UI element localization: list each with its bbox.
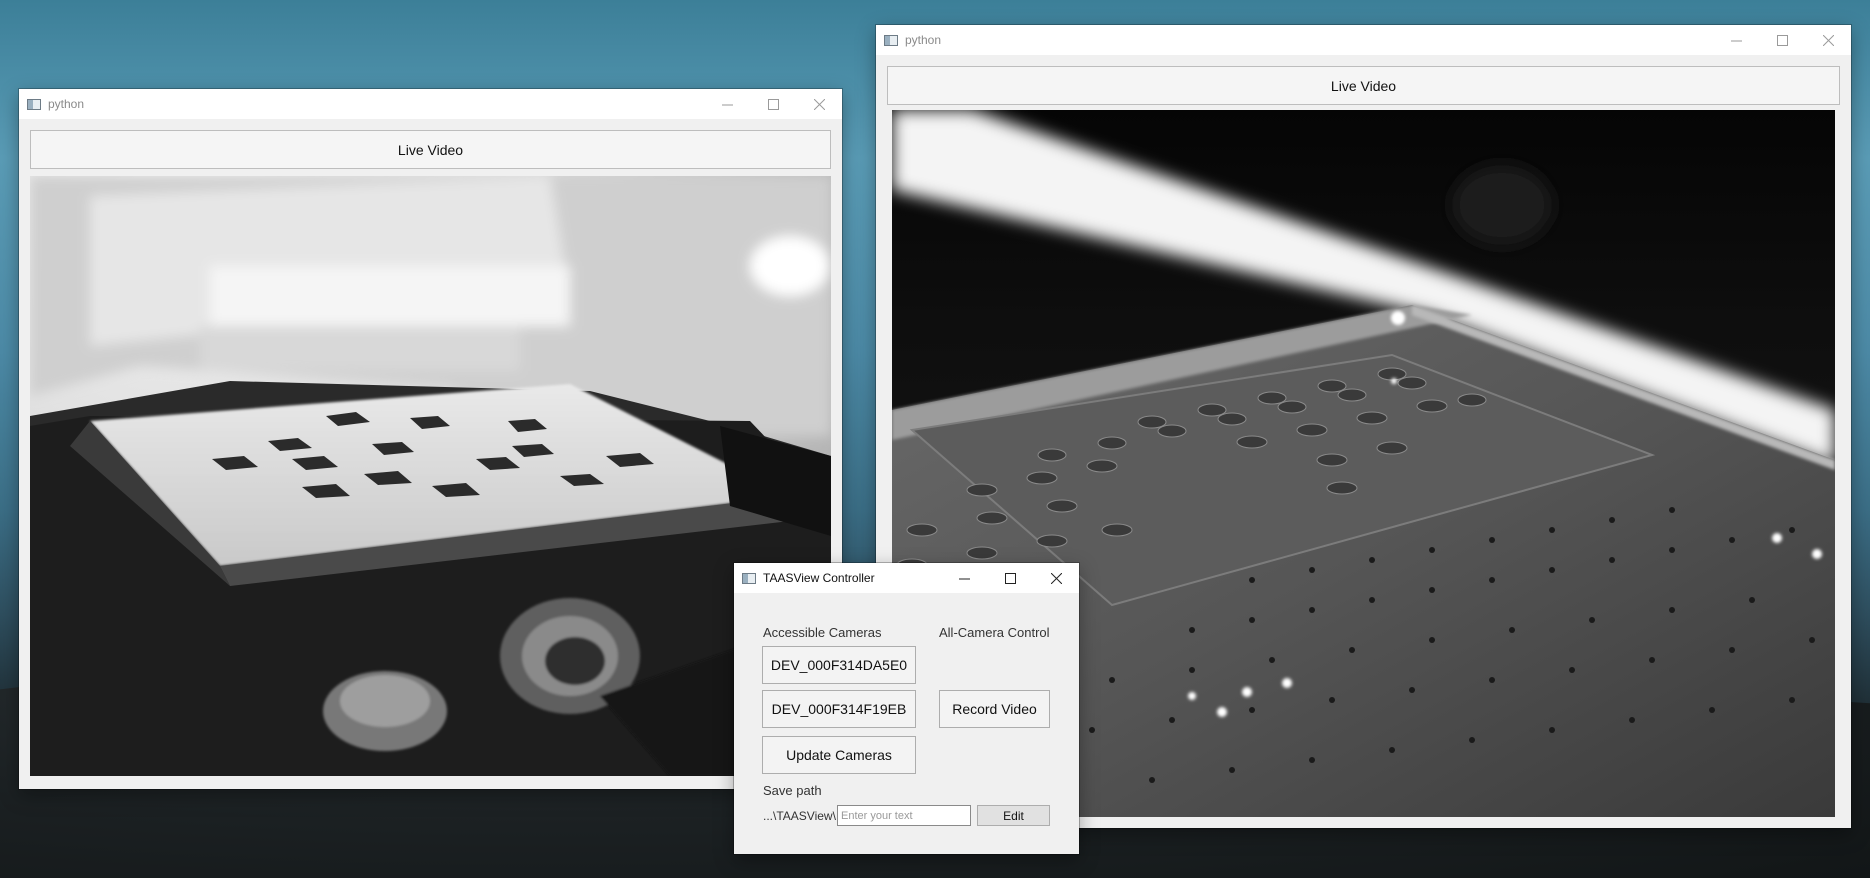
close-icon[interactable] [1805,25,1851,55]
left-title-bar[interactable]: python [19,89,842,119]
live-video-button[interactable]: Live Video [887,66,1840,105]
minimize-icon[interactable] [941,563,987,593]
right-title-bar[interactable]: python [876,25,1851,55]
save-path-prefix: ...\TAASView\ [763,809,836,823]
accessible-cameras-label: Accessible Cameras [763,625,882,640]
controller-title-bar[interactable]: TAASView Controller [734,563,1079,593]
save-path-label: Save path [763,783,822,798]
controller-window: TAASView Controller Accessible Cameras A… [734,563,1079,854]
save-path-input[interactable] [837,805,971,826]
live-video-feed [30,176,831,776]
python-app-icon [742,572,756,584]
minimize-icon[interactable] [1713,25,1759,55]
python-app-icon [884,34,898,46]
maximize-icon[interactable] [1759,25,1805,55]
window-title: python [48,97,85,111]
window-title: TAASView Controller [763,571,875,585]
left-video-window: python Live Video [19,89,842,789]
camera-button-2[interactable]: DEV_000F314F19EB [762,690,916,728]
minimize-icon[interactable] [704,89,750,119]
maximize-icon[interactable] [750,89,796,119]
camera-button-1[interactable]: DEV_000F314DA5E0 [762,646,916,684]
live-video-button[interactable]: Live Video [30,130,831,169]
update-cameras-button[interactable]: Update Cameras [762,736,916,774]
maximize-icon[interactable] [987,563,1033,593]
camera-frame-image [30,176,831,776]
all-camera-control-label: All-Camera Control [939,625,1050,640]
edit-button[interactable]: Edit [977,805,1050,826]
python-app-icon [27,98,41,110]
close-icon[interactable] [1033,563,1079,593]
record-video-button[interactable]: Record Video [939,690,1050,728]
close-icon[interactable] [796,89,842,119]
window-title: python [905,33,942,47]
